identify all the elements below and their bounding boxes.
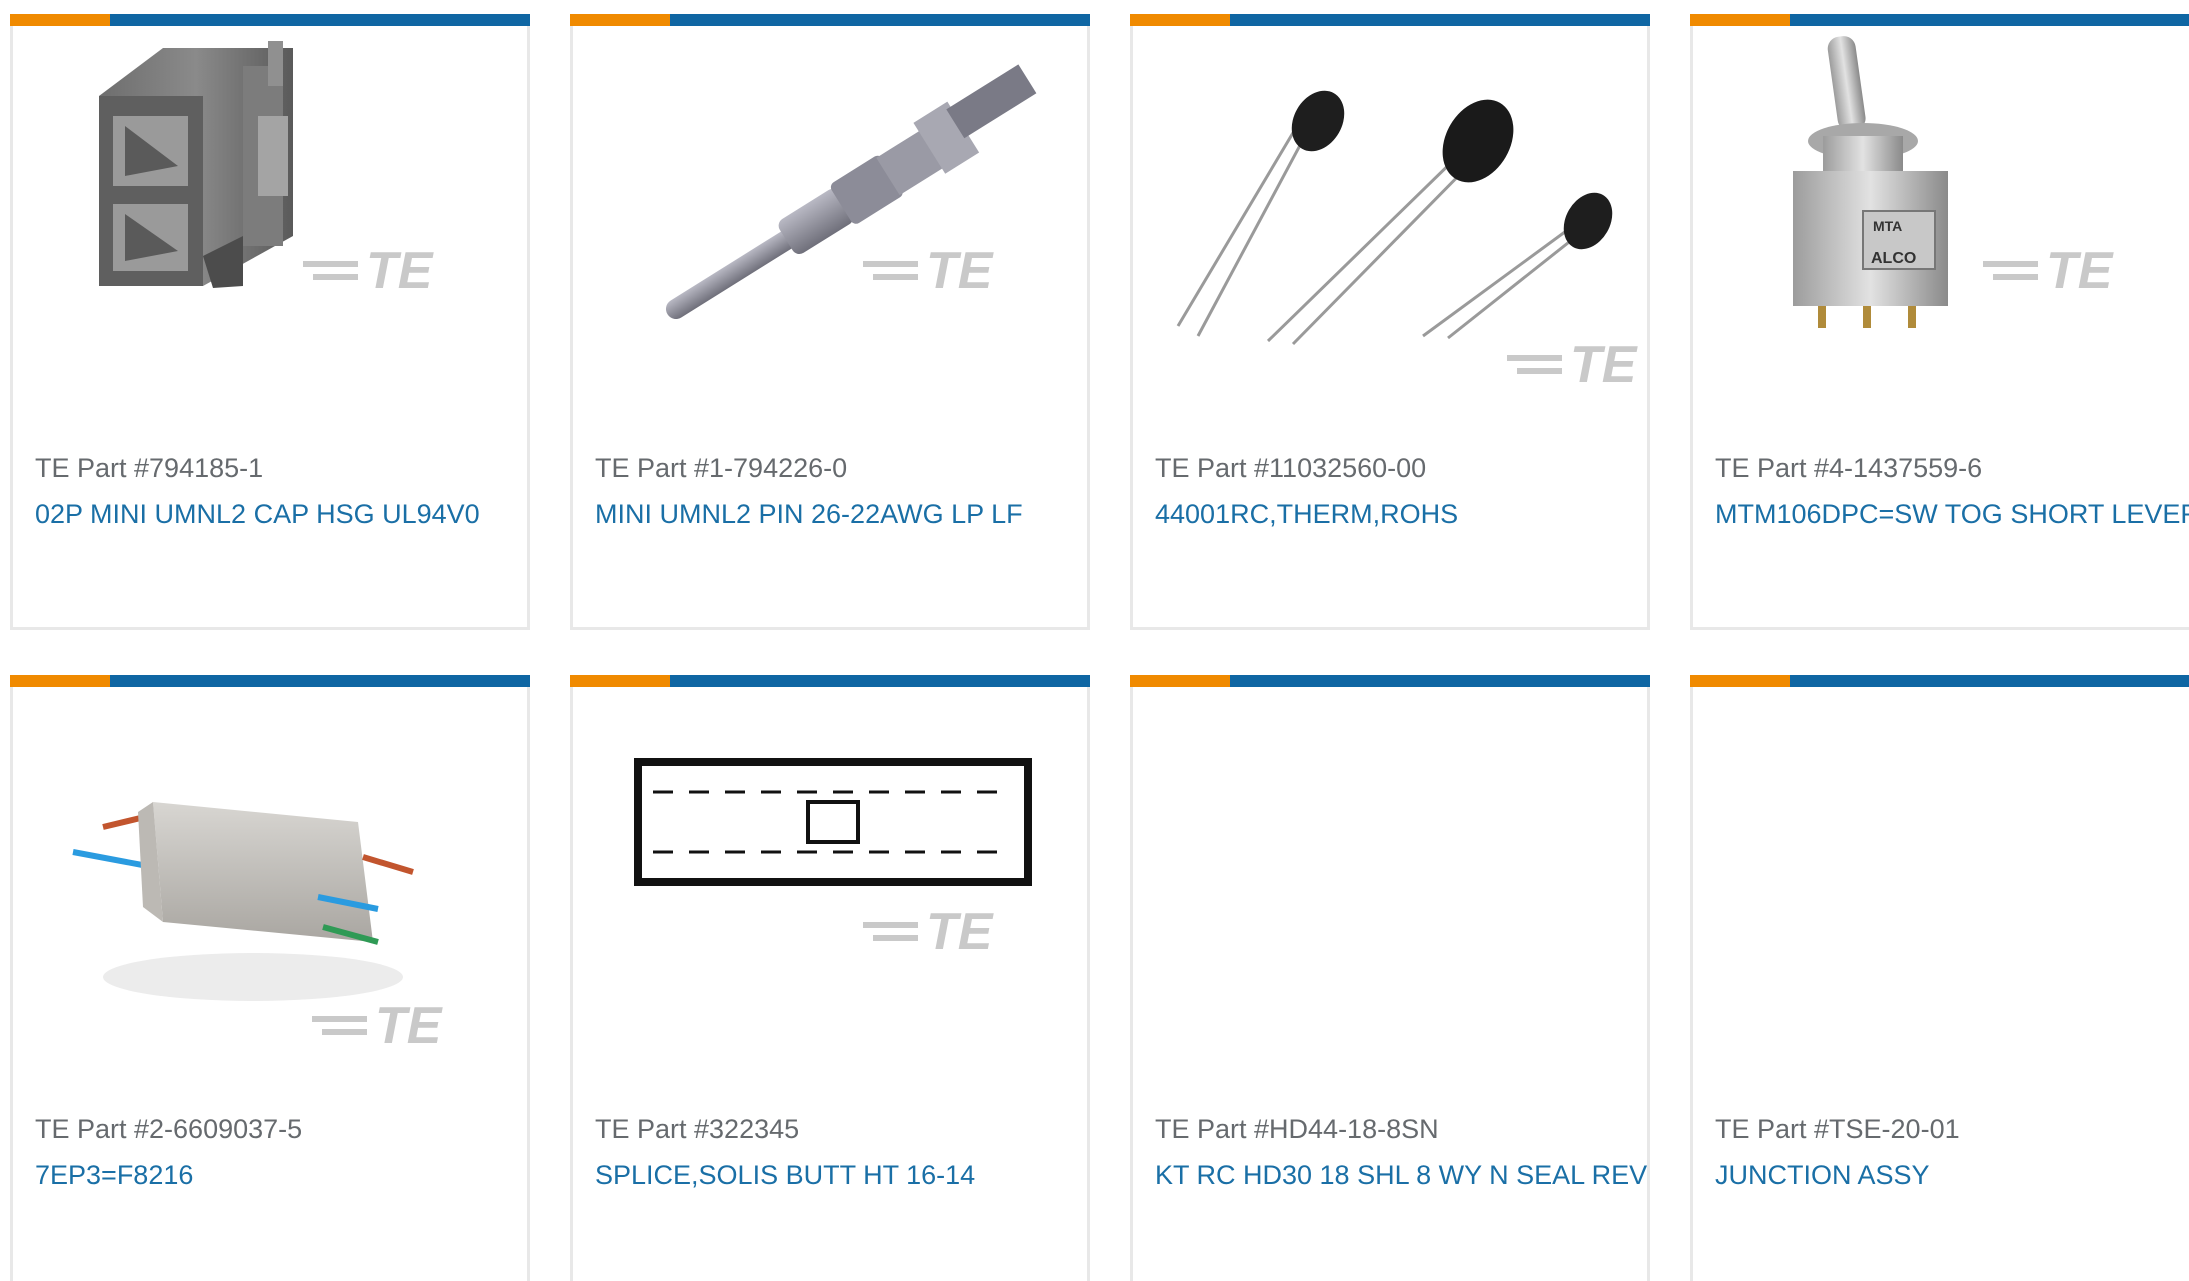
product-image[interactable]: TE	[573, 26, 1087, 416]
thermistor-image: TE	[1176, 90, 1638, 394]
card-accent-bar	[570, 14, 1090, 26]
card-accent-bar	[10, 675, 530, 687]
product-card[interactable]: TE TE Part #2-6609037-5 7EP3=F8216	[10, 675, 530, 1281]
product-card[interactable]: TE TE Part #11032560-00 44001RC,THERM,RO…	[1130, 14, 1650, 630]
product-card[interactable]: TE TE Part #322345 SPLICE,SOLIS BUTT HT …	[570, 675, 1090, 1281]
product-description-link[interactable]: 02P MINI UMNL2 CAP HSG UL94V0	[35, 494, 575, 535]
card-accent-bar	[1690, 675, 2189, 687]
filter-module-image: TE	[72, 802, 443, 1055]
product-image[interactable]: MTA ALCO TE	[1693, 26, 2189, 416]
product-image[interactable]: TE	[1133, 26, 1647, 416]
part-number: TE Part #HD44-18-8SN	[1155, 1114, 1439, 1144]
product-image[interactable]: TE	[13, 26, 527, 416]
product-card[interactable]: TE Part #TSE-20-01 JUNCTION ASSY	[1690, 675, 2189, 1281]
product-card[interactable]: MTA ALCO TE TE Part #4-1437559-6 MTM106D…	[1690, 14, 2189, 630]
product-image[interactable]	[1133, 687, 1647, 1077]
connector-housing-image: TE	[99, 41, 434, 300]
part-number: TE Part #1-794226-0	[595, 453, 848, 483]
card-accent-bar	[1690, 14, 2189, 26]
part-number: TE Part #4-1437559-6	[1715, 453, 1983, 483]
product-description-link[interactable]: SPLICE,SOLIS BUTT HT 16-14	[595, 1155, 1135, 1196]
svg-text:MTA: MTA	[1873, 218, 1902, 234]
svg-text:ALCO: ALCO	[1871, 250, 1916, 267]
te-watermark: TE	[375, 997, 443, 1055]
product-card[interactable]: TE TE Part #794185-1 02P MINI UMNL2 CAP …	[10, 14, 530, 630]
te-watermark: TE	[2046, 242, 2114, 300]
product-card[interactable]: TE TE Part #1-794226-0 MINI UMNL2 PIN 26…	[570, 14, 1090, 630]
product-image[interactable]: TE	[13, 687, 527, 1077]
product-description-link[interactable]: MINI UMNL2 PIN 26-22AWG LP LF	[595, 494, 1135, 535]
product-description-link[interactable]: MTM106DPC=SW TOG SHORT LEVER P	[1715, 494, 2189, 535]
card-accent-bar	[1130, 14, 1650, 26]
product-description-link[interactable]: 44001RC,THERM,ROHS	[1155, 494, 1695, 535]
product-image[interactable]: TE	[573, 687, 1087, 1077]
te-watermark: TE	[926, 903, 994, 961]
crimp-pin-image: TE	[665, 64, 1037, 319]
toggle-switch-image: MTA ALCO TE	[1793, 36, 2114, 328]
part-number: TE Part #11032560-00	[1155, 453, 1427, 483]
product-description-link[interactable]: KT RC HD30 18 SHL 8 WY N SEAL REV	[1155, 1155, 1695, 1196]
product-image[interactable]	[1693, 687, 2189, 1077]
te-watermark: TE	[366, 242, 434, 300]
splice-drawing-image: TE	[634, 758, 1032, 961]
product-grid: TE TE Part #794185-1 02P MINI UMNL2 CAP …	[0, 0, 2189, 1281]
card-accent-bar	[570, 675, 1090, 687]
part-number: TE Part #2-6609037-5	[35, 1114, 303, 1144]
te-watermark: TE	[1570, 336, 1638, 394]
product-description-link[interactable]: 7EP3=F8216	[35, 1155, 575, 1196]
part-number: TE Part #322345	[595, 1114, 800, 1144]
part-number: TE Part #TSE-20-01	[1715, 1114, 1960, 1144]
product-description-link[interactable]: JUNCTION ASSY	[1715, 1155, 2189, 1196]
product-card[interactable]: TE Part #HD44-18-8SN KT RC HD30 18 SHL 8…	[1130, 675, 1650, 1281]
te-watermark: TE	[926, 242, 994, 300]
part-number: TE Part #794185-1	[35, 453, 264, 483]
card-accent-bar	[1130, 675, 1650, 687]
card-accent-bar	[10, 14, 530, 26]
